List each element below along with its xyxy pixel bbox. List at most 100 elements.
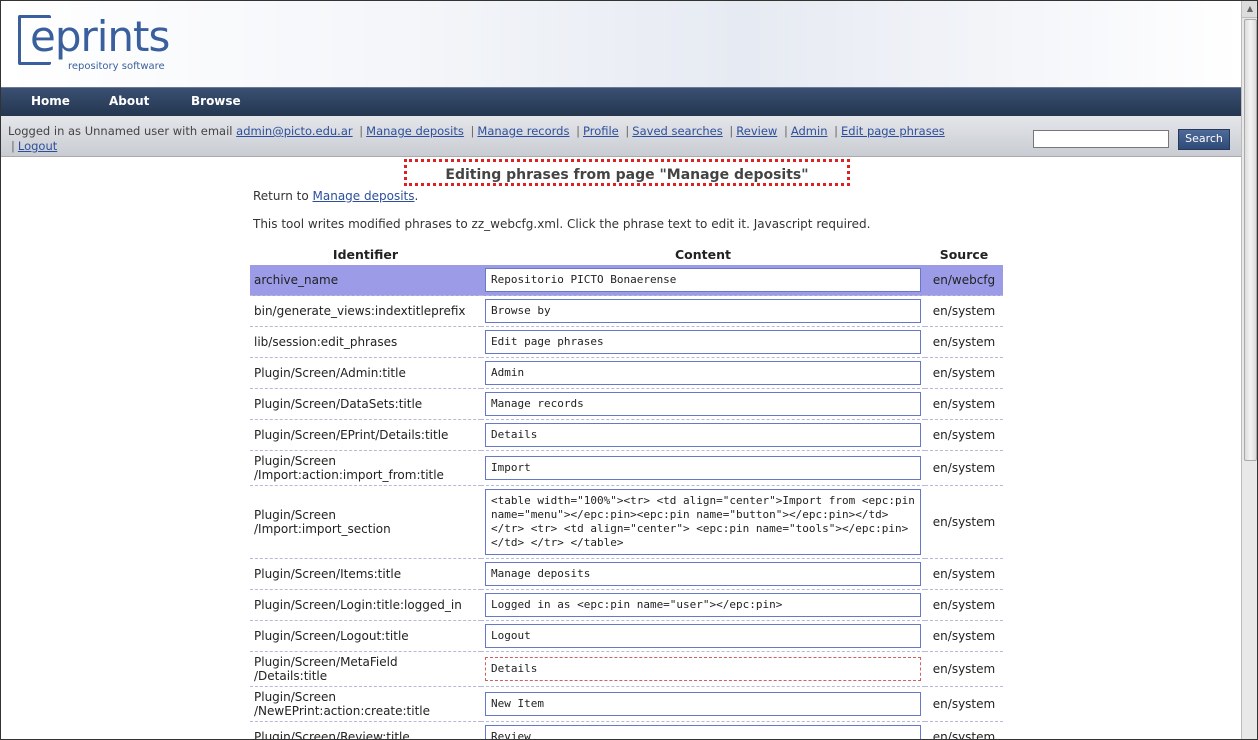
phrase-identifier: Plugin/Screen/Admin:title [250, 357, 481, 389]
link-review[interactable]: Review [736, 124, 777, 138]
phrase-source: en/system [925, 485, 1003, 559]
table-row: Plugin/Screen /Import:import_section <tab… [250, 485, 1003, 559]
table-row: bin/generate_views:indextitleprefix Brows… [250, 295, 1003, 327]
phrase-content-cell: Manage records [481, 388, 925, 420]
phrase-source: en/system [925, 620, 1003, 652]
table-row: Plugin/Screen/MetaField /Details:title De… [250, 651, 1003, 687]
table-row: Plugin/Screen/Admin:title Admin en/system [250, 357, 1003, 389]
phrase-source: en/system [925, 686, 1003, 722]
phrase-content-cell: Details [481, 651, 925, 687]
phrase-content-editor[interactable]: New Item [485, 692, 921, 716]
phrases-table: Identifier Content Source archive_name Re… [250, 245, 1003, 739]
phrase-content-editor[interactable]: Import [485, 456, 921, 480]
col-identifier: Identifier [332, 247, 399, 262]
phrase-source: en/system [925, 558, 1003, 590]
phrase-content-cell: Admin [481, 357, 925, 389]
site-header: eprints repository software [1, 1, 1241, 87]
user-links: Logged in as Unnamed user with email adm… [8, 124, 945, 153]
phrase-identifier: Plugin/Screen /Import:action:import_from… [250, 450, 481, 486]
nav-home[interactable]: Home [31, 94, 70, 108]
phrase-identifier: lib/session:edit_phrases [250, 326, 481, 358]
phrase-content-editor[interactable]: Review [485, 725, 921, 739]
browser-viewport: eprints repository software Home About B… [0, 0, 1258, 740]
phrase-identifier: Plugin/Screen/Items:title [250, 558, 481, 590]
phrase-content-editor[interactable]: Logged in as <epc:pin name="user"></epc:… [485, 593, 921, 617]
scroll-up-icon[interactable]: ▲ [1242, 1, 1257, 18]
page-title: Editing phrases from page "Manage deposi… [404, 159, 850, 186]
table-row: Plugin/Screen/Review:title Review en/syste… [250, 721, 1003, 739]
phrase-identifier: bin/generate_views:indextitleprefix [250, 295, 481, 327]
phrase-identifier: Plugin/Screen/Login:title:logged_in [250, 589, 481, 621]
phrase-source: en/system [925, 357, 1003, 389]
phrase-content-cell: Logout [481, 620, 925, 652]
phrase-content-editor[interactable]: Manage records [485, 392, 921, 416]
table-row: Plugin/Screen/EPrint/Details:title Detail… [250, 419, 1003, 451]
phrase-identifier: Plugin/Screen/Logout:title [250, 620, 481, 652]
col-content: Content [675, 247, 731, 262]
table-row: Plugin/Screen /NewEPrint:action:create:t… [250, 686, 1003, 722]
phrase-content-editor[interactable]: Admin [485, 361, 921, 385]
phrase-identifier: Plugin/Screen/MetaField /Details:title [250, 651, 481, 687]
phrase-identifier: Plugin/Screen /Import:import_section [250, 485, 481, 559]
phrase-source: en/system [925, 295, 1003, 327]
phrase-content-cell: New Item [481, 686, 925, 722]
phrase-content-editor[interactable]: Details [485, 423, 921, 447]
return-link[interactable]: Manage deposits [313, 189, 415, 203]
phrase-content-cell: Browse by [481, 295, 925, 327]
vertical-scrollbar[interactable]: ▲ [1241, 1, 1257, 739]
table-row: Plugin/Screen/DataSets:title Manage recor… [250, 388, 1003, 420]
phrase-identifier: Plugin/Screen/Review:title [250, 721, 481, 739]
phrase-content-editor[interactable]: Repositorio PICTO Bonaerense [485, 268, 921, 292]
link-manage-records[interactable]: Manage records [477, 124, 569, 138]
phrase-content-editor[interactable]: Logout [485, 624, 921, 648]
phrase-source: en/system [925, 326, 1003, 358]
logo-subtitle: repository software [68, 61, 165, 72]
table-row: lib/session:edit_phrases Edit page phrase… [250, 326, 1003, 358]
table-row: Plugin/Screen /Import:action:import_from… [250, 450, 1003, 486]
link-logout[interactable]: Logout [18, 139, 57, 153]
table-row: archive_name Repositorio PICTO Bonaerense… [250, 265, 1003, 296]
phrase-source: en/system [925, 589, 1003, 621]
phrase-content-editor[interactable]: Browse by [485, 299, 921, 323]
phrase-source: en/system [925, 651, 1003, 687]
phrase-source: en/webcfg [925, 265, 1003, 296]
tool-description: This tool writes modified phrases to zz_… [253, 217, 871, 231]
phrase-identifier: Plugin/Screen /NewEPrint:action:create:t… [250, 686, 481, 722]
return-prefix: Return to [253, 189, 309, 203]
phrase-identifier: Plugin/Screen/DataSets:title [250, 388, 481, 420]
phrase-content-cell: Repositorio PICTO Bonaerense [481, 265, 925, 296]
link-edit-page-phrases[interactable]: Edit page phrases [841, 124, 945, 138]
eprints-logo[interactable]: eprints repository software [18, 11, 178, 77]
return-suffix: . [414, 189, 419, 203]
search-button[interactable]: Search [1178, 129, 1230, 150]
phrase-content-cell: Logged in as <epc:pin name="user"></epc:… [481, 589, 925, 621]
phrase-content-editor[interactable]: Details [485, 657, 921, 681]
logged-in-text: Logged in as Unnamed user with email [8, 124, 233, 138]
link-saved-searches[interactable]: Saved searches [632, 124, 722, 138]
phrase-source: en/system [925, 388, 1003, 420]
phrase-identifier: Plugin/Screen/EPrint/Details:title [250, 419, 481, 451]
phrase-content-editor[interactable]: <table width="100%"><tr> <td align="cent… [485, 489, 921, 555]
phrase-content-cell: Review [481, 721, 925, 739]
col-source: Source [939, 247, 989, 262]
phrase-identifier: archive_name [250, 265, 481, 296]
nav-about[interactable]: About [109, 94, 149, 108]
phrase-content-cell: Manage deposits [481, 558, 925, 590]
link-manage-deposits[interactable]: Manage deposits [366, 124, 464, 138]
table-row: Plugin/Screen/Login:title:logged_in Logge… [250, 589, 1003, 621]
phrase-content-editor[interactable]: Manage deposits [485, 562, 921, 586]
phrase-content-cell: Edit page phrases [481, 326, 925, 358]
scroll-thumb[interactable] [1244, 19, 1257, 461]
phrase-content-cell: Import [481, 450, 925, 486]
phrase-source: en/system [925, 721, 1003, 739]
nav-browse[interactable]: Browse [191, 94, 241, 108]
phrase-source: en/system [925, 450, 1003, 486]
user-email-link[interactable]: admin@picto.edu.ar [236, 124, 352, 138]
link-admin[interactable]: Admin [791, 124, 828, 138]
phrase-content-cell: <table width="100%"><tr> <td align="cent… [481, 485, 925, 559]
search-input[interactable] [1033, 130, 1169, 148]
table-row: Plugin/Screen/Logout:title Logout en/syste… [250, 620, 1003, 652]
phrase-content-editor[interactable]: Edit page phrases [485, 330, 921, 354]
link-profile[interactable]: Profile [583, 124, 619, 138]
main-nav: Home About Browse [1, 87, 1241, 116]
